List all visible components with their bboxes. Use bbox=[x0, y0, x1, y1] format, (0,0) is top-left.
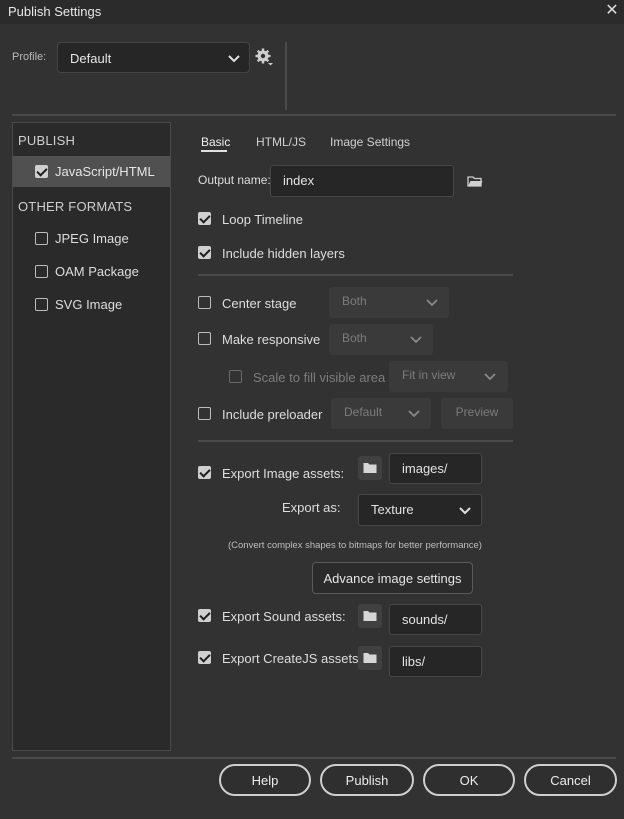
preloader-select[interactable]: Default bbox=[331, 398, 431, 429]
format-item-label: JPEG Image bbox=[55, 231, 129, 246]
other-formats-section-header: OTHER FORMATS bbox=[18, 199, 133, 214]
publish-label: Publish bbox=[345, 773, 389, 788]
tab-image-settings[interactable]: Image Settings bbox=[330, 135, 410, 149]
loop-timeline-label: Loop Timeline bbox=[222, 212, 303, 227]
profile-value: Default bbox=[70, 51, 112, 66]
export-sound-assets-checkbox[interactable] bbox=[198, 609, 211, 622]
format-list-panel bbox=[12, 122, 171, 751]
createjs-assets-path-input[interactable]: libs/ bbox=[389, 646, 482, 677]
center-stage-checkbox[interactable] bbox=[198, 296, 211, 309]
export-as-value: Texture bbox=[371, 502, 414, 517]
sound-assets-path-input[interactable]: sounds/ bbox=[389, 604, 482, 635]
footer-divider bbox=[12, 757, 616, 759]
chevron-down-icon bbox=[228, 55, 240, 63]
tab-basic[interactable]: Basic bbox=[201, 135, 230, 149]
createjs-assets-path: libs/ bbox=[402, 654, 426, 669]
cancel-label: Cancel bbox=[550, 773, 591, 788]
image-folder-button[interactable] bbox=[358, 456, 382, 480]
scale-to-fill-select[interactable]: Fit in view bbox=[389, 361, 508, 392]
output-name-value: index bbox=[283, 173, 315, 188]
format-item-javascript-html[interactable]: JavaScript/HTML bbox=[13, 156, 170, 187]
image-assets-path-input[interactable]: images/ bbox=[389, 453, 482, 484]
export-createjs-assets-checkbox[interactable] bbox=[198, 651, 211, 664]
make-responsive-value: Both bbox=[342, 331, 367, 345]
folder-icon bbox=[363, 611, 377, 621]
output-name-label: Output name: bbox=[198, 173, 271, 187]
chevron-down-icon bbox=[410, 336, 422, 344]
ok-label: OK bbox=[459, 773, 479, 788]
include-preloader-checkbox[interactable] bbox=[198, 407, 211, 420]
format-item-label: JavaScript/HTML bbox=[55, 164, 155, 179]
include-hidden-layers-label: Include hidden layers bbox=[222, 246, 345, 261]
conversion-note: (Convert complex shapes to bitmaps for b… bbox=[228, 540, 482, 551]
svg-checkbox[interactable] bbox=[35, 298, 48, 311]
profile-select[interactable]: Default bbox=[57, 42, 250, 73]
image-assets-path: images/ bbox=[402, 461, 448, 476]
ok-button[interactable]: OK bbox=[423, 764, 515, 796]
window-title: Publish Settings bbox=[8, 4, 102, 19]
jpeg-checkbox[interactable] bbox=[35, 232, 48, 245]
chevron-down-icon bbox=[484, 373, 496, 381]
scale-to-fill-value: Fit in view bbox=[402, 368, 456, 382]
scale-to-fill-checkbox[interactable] bbox=[229, 370, 242, 383]
output-name-input[interactable]: index bbox=[270, 165, 454, 197]
center-stage-label: Center stage bbox=[222, 296, 297, 311]
preloader-value: Default bbox=[344, 405, 383, 419]
center-stage-select[interactable]: Both bbox=[329, 287, 449, 318]
cancel-button[interactable]: Cancel bbox=[524, 764, 617, 796]
profile-divider bbox=[285, 42, 287, 110]
advance-image-settings-label: Advance image settings bbox=[323, 571, 462, 586]
center-stage-value: Both bbox=[342, 294, 367, 308]
format-item-oam[interactable]: OAM Package bbox=[13, 257, 170, 286]
export-createjs-assets-label: Export CreateJS assets: bbox=[222, 651, 363, 666]
folder-icon bbox=[363, 463, 377, 473]
loop-timeline-checkbox[interactable] bbox=[198, 212, 211, 225]
export-image-assets-checkbox[interactable] bbox=[198, 466, 211, 479]
export-as-label: Export as: bbox=[282, 500, 341, 515]
section-divider bbox=[198, 274, 513, 276]
publish-section-header: PUBLISH bbox=[18, 133, 76, 148]
scale-to-fill-label: Scale to fill visible area bbox=[253, 370, 386, 385]
format-item-svg[interactable]: SVG Image bbox=[13, 290, 170, 319]
chevron-down-icon bbox=[408, 410, 420, 418]
folder-icon bbox=[363, 653, 377, 663]
make-responsive-select[interactable]: Both bbox=[329, 324, 433, 355]
profile-label: Profile: bbox=[12, 51, 47, 63]
format-item-label: OAM Package bbox=[55, 264, 139, 279]
export-sound-assets-label: Export Sound assets: bbox=[222, 609, 346, 624]
export-image-assets-label: Export Image assets: bbox=[222, 466, 345, 481]
createjs-folder-button[interactable] bbox=[358, 646, 382, 670]
format-item-jpeg[interactable]: JPEG Image bbox=[13, 224, 170, 253]
sound-folder-button[interactable] bbox=[358, 604, 382, 628]
make-responsive-checkbox[interactable] bbox=[198, 332, 211, 345]
javascript-html-checkbox[interactable] bbox=[35, 165, 48, 178]
header-divider bbox=[12, 114, 616, 116]
oam-checkbox[interactable] bbox=[35, 265, 48, 278]
include-preloader-label: Include preloader bbox=[222, 407, 323, 422]
sound-assets-path: sounds/ bbox=[402, 612, 448, 627]
help-button[interactable]: Help bbox=[219, 764, 311, 796]
format-item-label: SVG Image bbox=[55, 297, 123, 312]
publish-button[interactable]: Publish bbox=[320, 764, 414, 796]
help-label: Help bbox=[251, 773, 279, 788]
include-hidden-layers-checkbox[interactable] bbox=[198, 246, 211, 259]
chevron-down-icon bbox=[426, 299, 438, 307]
preview-label: Preview bbox=[455, 405, 499, 419]
close-icon[interactable]: ✕ bbox=[604, 2, 620, 20]
preview-button[interactable]: Preview bbox=[441, 398, 513, 429]
tab-html-js[interactable]: HTML/JS bbox=[256, 135, 306, 149]
folder-icon[interactable] bbox=[467, 175, 483, 187]
section-divider bbox=[198, 440, 513, 442]
active-tab-indicator bbox=[201, 150, 227, 152]
advance-image-settings-button[interactable]: Advance image settings bbox=[312, 562, 473, 594]
chevron-down-icon bbox=[459, 507, 471, 515]
gear-icon[interactable] bbox=[255, 48, 273, 66]
export-as-select[interactable]: Texture bbox=[358, 494, 482, 526]
make-responsive-label: Make responsive bbox=[222, 332, 321, 347]
